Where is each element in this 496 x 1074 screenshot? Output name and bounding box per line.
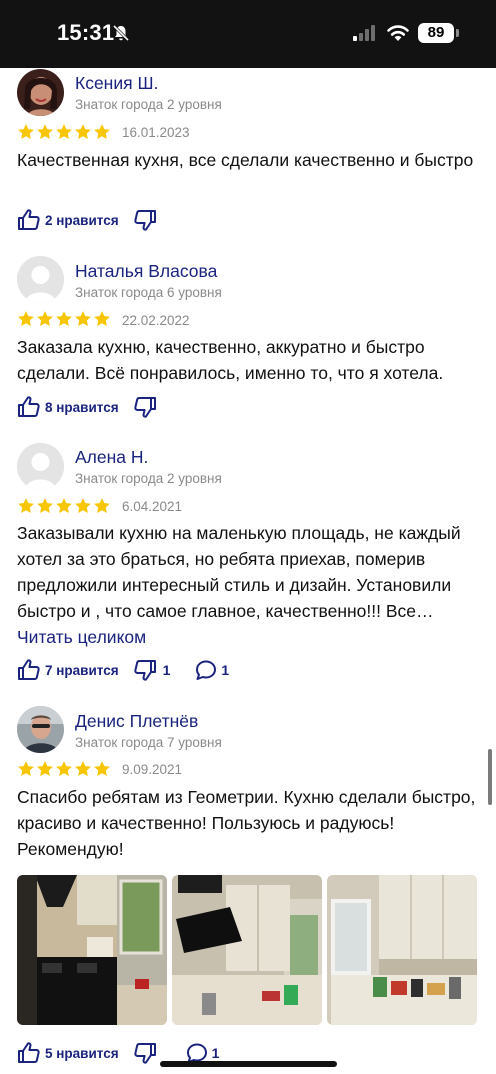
scrollbar[interactable] (488, 749, 492, 805)
avatar[interactable] (17, 706, 64, 753)
star-icon (94, 124, 110, 140)
review-date: 6.04.2021 (122, 499, 183, 514)
review-author[interactable]: Ксения Ш. (75, 73, 158, 94)
rating-stars (17, 760, 111, 778)
review-text: Качественная кухня, все сделали качестве… (17, 150, 474, 170)
star-icon (18, 124, 34, 140)
star-icon (94, 311, 110, 327)
review-photo[interactable] (327, 875, 477, 1025)
thumbs-down-icon (133, 397, 156, 418)
star-icon (37, 124, 53, 140)
battery-cap (456, 29, 459, 37)
like-button[interactable]: 8 нравится (17, 395, 119, 419)
thumbs-up-icon (18, 396, 40, 417)
like-button[interactable]: 7 нравится (17, 658, 119, 682)
star-icon (94, 498, 110, 514)
cellular-signal-icon (353, 25, 375, 41)
review-text: Заказала кухню, качественно, аккуратно и… (17, 337, 444, 383)
wifi-icon (387, 25, 409, 41)
dislike-count: 1 (162, 662, 171, 678)
star-icon (37, 311, 53, 327)
review-photo[interactable] (17, 875, 167, 1025)
author-level: Знаток города 2 уровня (75, 471, 222, 486)
star-icon (37, 498, 53, 514)
dislike-button[interactable] (133, 395, 157, 419)
rating-stars (17, 310, 111, 328)
avatar-placeholder[interactable] (17, 443, 64, 490)
star-icon (56, 311, 72, 327)
comment-button[interactable]: 1 (194, 658, 229, 682)
comment-icon (196, 660, 217, 680)
status-time: 15:31 (57, 20, 115, 45)
thumbs-down-icon (133, 210, 156, 231)
dislike-button[interactable] (133, 208, 157, 232)
dislike-button[interactable]: 1 (133, 658, 171, 682)
review-author[interactable]: Наталья Власова (75, 261, 217, 282)
status-bar: 15:31 89 (0, 0, 496, 68)
review-photos (17, 875, 477, 1025)
review-date: 9.09.2021 (122, 762, 183, 777)
star-icon (75, 311, 91, 327)
review-author[interactable]: Денис Плетнёв (75, 711, 198, 732)
author-level: Знаток города 6 уровня (75, 285, 222, 300)
thumbs-up-icon (18, 659, 40, 680)
rating-stars (17, 497, 111, 515)
bell-slash-icon (112, 24, 130, 42)
star-icon (56, 498, 72, 514)
avatar-placeholder[interactable] (17, 256, 64, 303)
like-count: 2 нравится (45, 212, 119, 228)
star-icon (94, 761, 110, 777)
like-button[interactable]: 5 нравится (17, 1041, 119, 1065)
review-actions: 8 нравится (17, 393, 157, 421)
like-button[interactable]: 2 нравится (17, 208, 119, 232)
review-photo[interactable] (172, 875, 322, 1025)
review-actions: 7 нравится 1 1 (17, 656, 229, 684)
rating-stars (17, 123, 111, 141)
like-count: 7 нравится (45, 662, 119, 678)
star-icon (75, 761, 91, 777)
star-icon (56, 124, 72, 140)
star-icon (75, 498, 91, 514)
review-author[interactable]: Алена Н. (75, 447, 148, 468)
star-icon (37, 761, 53, 777)
star-icon (75, 124, 91, 140)
thumbs-down-icon (133, 660, 156, 681)
like-count: 5 нравится (45, 1045, 119, 1061)
review-text: Спасибо ребятам из Геометрии. Кухню сдел… (17, 787, 476, 859)
thumbs-up-icon (18, 209, 40, 230)
review-text-body: Заказывали кухню на маленькую площадь, н… (17, 523, 461, 621)
star-icon (56, 761, 72, 777)
comment-count: 1 (221, 662, 230, 678)
comment-count: 1 (211, 1045, 220, 1061)
dislike-button[interactable] (133, 1041, 157, 1065)
read-more-link[interactable]: Читать целиком (17, 627, 146, 647)
avatar[interactable] (17, 69, 64, 116)
author-level: Знаток города 2 уровня (75, 97, 222, 112)
review-text: Заказывали кухню на маленькую площадь, н… (17, 520, 477, 650)
thumbs-down-icon (133, 1043, 156, 1064)
star-icon (18, 761, 34, 777)
review-date: 22.02.2022 (122, 313, 190, 328)
battery-indicator: 89 (418, 23, 454, 43)
thumbs-up-icon (18, 1042, 40, 1063)
star-icon (18, 311, 34, 327)
star-icon (18, 498, 34, 514)
like-count: 8 нравится (45, 399, 119, 415)
review-date: 16.01.2023 (122, 125, 190, 140)
author-level: Знаток города 7 уровня (75, 735, 222, 750)
review-actions: 2 нравится (17, 206, 157, 234)
home-indicator[interactable] (160, 1061, 337, 1067)
